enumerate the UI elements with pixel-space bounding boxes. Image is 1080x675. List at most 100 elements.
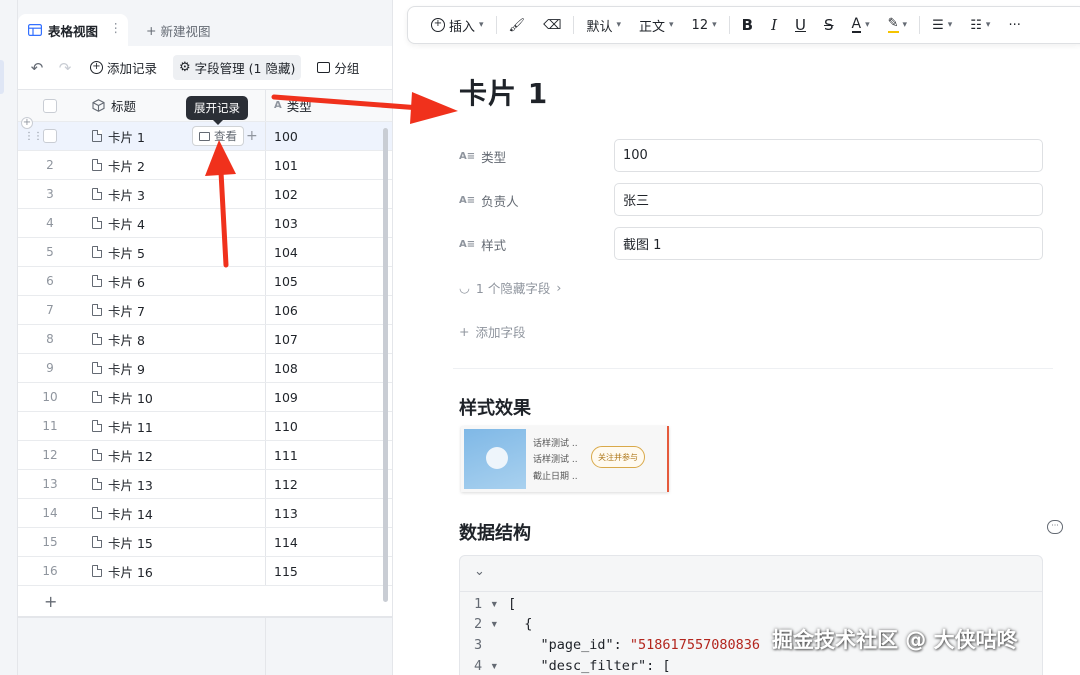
table-row[interactable]: 3 卡片 3 102 — [18, 180, 392, 209]
redo-icon[interactable]: ↷ — [56, 59, 74, 77]
title-cell[interactable]: 卡片 6 — [92, 267, 145, 295]
table-row[interactable]: ⋮⋮ 卡片 1 100 查看 + — [18, 122, 392, 151]
text-style-select[interactable]: 正文 ▾ — [630, 6, 683, 44]
style-select[interactable]: 默认 ▾ — [577, 6, 630, 44]
title-cell[interactable]: 卡片 11 — [92, 412, 153, 440]
title-cell[interactable]: 卡片 10 — [92, 383, 153, 411]
field-value-type[interactable]: 100 — [614, 139, 1043, 172]
bold-button[interactable]: B — [733, 6, 762, 44]
group-button[interactable]: 分组 — [311, 55, 365, 80]
add-field-button[interactable]: + 添加字段 — [459, 322, 526, 341]
eye-closed-icon: ◡ — [459, 280, 470, 295]
table-row[interactable]: 15 卡片 15 114 — [18, 528, 392, 557]
clear-format-button[interactable]: ⌫ — [534, 6, 570, 44]
new-view-button[interactable]: + 新建视图 — [146, 21, 211, 40]
title-cell[interactable]: 卡片 4 — [92, 209, 145, 237]
highlighter-icon: ✎ — [887, 16, 899, 33]
field-row-owner: A≡ 负责人 张三 — [459, 183, 1043, 216]
title-cell[interactable]: 卡片 14 — [92, 499, 153, 527]
table-row[interactable]: 14 卡片 14 113 — [18, 499, 392, 528]
style-preview-image[interactable]: 话样测试 .. 话样测试 .. 截止日期 .. 关注并参与 — [461, 426, 669, 492]
table-row[interactable]: 8 卡片 8 107 — [18, 325, 392, 354]
format-painter-button[interactable]: 🖌 — [500, 6, 535, 44]
table-row[interactable]: 16 卡片 16 115 — [18, 557, 392, 586]
undo-icon[interactable]: ↶ — [28, 59, 46, 77]
collapse-chevron-icon[interactable]: ⌄ — [474, 564, 485, 579]
plus-icon: + — [459, 324, 470, 339]
title-text: 卡片 15 — [108, 535, 153, 551]
font-size-select[interactable]: 12 ▾ — [683, 6, 726, 44]
grid-scrollbar[interactable] — [383, 128, 388, 602]
type-cell[interactable]: 101 — [265, 151, 392, 179]
comment-icon[interactable]: ··· — [1047, 520, 1063, 534]
table-row[interactable]: 4 卡片 4 103 — [18, 209, 392, 238]
underline-button[interactable]: U — [786, 6, 815, 44]
title-cell[interactable]: 卡片 5 — [92, 238, 145, 266]
title-cell[interactable]: 卡片 12 — [92, 441, 153, 469]
table-row[interactable]: 13 卡片 13 112 — [18, 470, 392, 499]
title-cell[interactable]: 卡片 9 — [92, 354, 145, 382]
type-cell[interactable]: 115 — [265, 557, 392, 585]
table-row[interactable]: 10 卡片 10 109 — [18, 383, 392, 412]
hidden-fields-toggle[interactable]: ◡ 1 个隐藏字段 › — [459, 278, 561, 297]
table-row[interactable]: 2 卡片 2 101 — [18, 151, 392, 180]
title-cell[interactable]: 卡片 2 — [92, 151, 145, 179]
type-cell[interactable]: 100 — [265, 122, 392, 150]
field-value-owner[interactable]: 张三 — [614, 183, 1043, 216]
type-cell[interactable]: 107 — [265, 325, 392, 353]
type-cell[interactable]: 109 — [265, 383, 392, 411]
insert-row-icon[interactable]: + — [21, 117, 33, 129]
grid-footer — [18, 617, 392, 675]
tab-more-icon[interactable]: ⋮ — [110, 20, 123, 35]
type-cell[interactable]: 108 — [265, 354, 392, 382]
add-row-button[interactable]: + — [18, 587, 392, 617]
type-cell[interactable]: 105 — [265, 267, 392, 295]
type-cell[interactable]: 114 — [265, 528, 392, 556]
table-row[interactable]: 11 卡片 11 110 — [18, 412, 392, 441]
title-cell[interactable]: 卡片 8 — [92, 325, 145, 353]
title-cell[interactable]: 卡片 15 — [92, 528, 153, 556]
table-row[interactable]: 12 卡片 12 111 — [18, 441, 392, 470]
row-index-cell: 8 — [18, 325, 82, 353]
tab-grid-view[interactable]: 表格视图 ⋮ — [18, 14, 128, 46]
table-row[interactable]: 9 卡片 9 108 — [18, 354, 392, 383]
view-record-button[interactable]: 查看 — [192, 126, 244, 146]
add-column-icon[interactable]: + — [246, 128, 258, 144]
type-cell[interactable]: 106 — [265, 296, 392, 324]
row-checkbox[interactable] — [43, 129, 57, 143]
type-cell[interactable]: 113 — [265, 499, 392, 527]
font-color-button[interactable]: A ▾ — [843, 6, 879, 44]
drag-handle-icon[interactable]: ⋮⋮ — [24, 131, 43, 142]
title-cell[interactable]: 卡片 13 — [92, 470, 153, 498]
type-cell[interactable]: 104 — [265, 238, 392, 266]
type-cell[interactable]: 110 — [265, 412, 392, 440]
type-cell[interactable]: 103 — [265, 209, 392, 237]
document-icon — [92, 391, 102, 403]
section-divider — [453, 368, 1053, 369]
bullet-list-button[interactable]: ☰ ▾ — [923, 6, 961, 44]
strikethrough-button[interactable]: S — [815, 6, 843, 44]
insert-button[interactable]: + 插入 ▾ — [422, 6, 493, 44]
code-block[interactable]: ⌄ 1 ▾[ 2 ▾ { 3 "page_id": "5186175570808… — [459, 555, 1043, 675]
column-header-type[interactable]: A 类型 — [265, 90, 392, 121]
type-cell[interactable]: 102 — [265, 180, 392, 208]
add-record-button[interactable]: + 添加记录 — [84, 55, 163, 80]
highlight-button[interactable]: ✎ ▾ — [879, 6, 916, 44]
type-cell[interactable]: 111 — [265, 441, 392, 469]
type-cell[interactable]: 112 — [265, 470, 392, 498]
grid-rows: ⋮⋮ 卡片 1 100 查看 +2 卡片 2 101 3 卡片 3 102 4 卡片 4 103 5 卡片 … — [18, 122, 392, 586]
field-manage-button[interactable]: ⚙ 字段管理 (1 隐藏) — [173, 55, 302, 80]
table-row[interactable]: 5 卡片 5 104 — [18, 238, 392, 267]
table-row[interactable]: 7 卡片 7 106 — [18, 296, 392, 325]
title-cell[interactable]: 卡片 16 — [92, 557, 153, 585]
field-value-style[interactable]: 截图 1 — [614, 227, 1043, 260]
title-cell[interactable]: 卡片 1 — [92, 122, 145, 150]
select-all-checkbox[interactable] — [43, 98, 57, 113]
title-cell[interactable]: 卡片 3 — [92, 180, 145, 208]
column-header-title[interactable]: 标题 — [92, 90, 136, 121]
ordered-list-button[interactable]: ☷ ▾ — [961, 6, 999, 44]
title-cell[interactable]: 卡片 7 — [92, 296, 145, 324]
more-options-button[interactable]: ··· — [999, 6, 1029, 44]
italic-button[interactable]: I — [762, 6, 786, 44]
table-row[interactable]: 6 卡片 6 105 — [18, 267, 392, 296]
